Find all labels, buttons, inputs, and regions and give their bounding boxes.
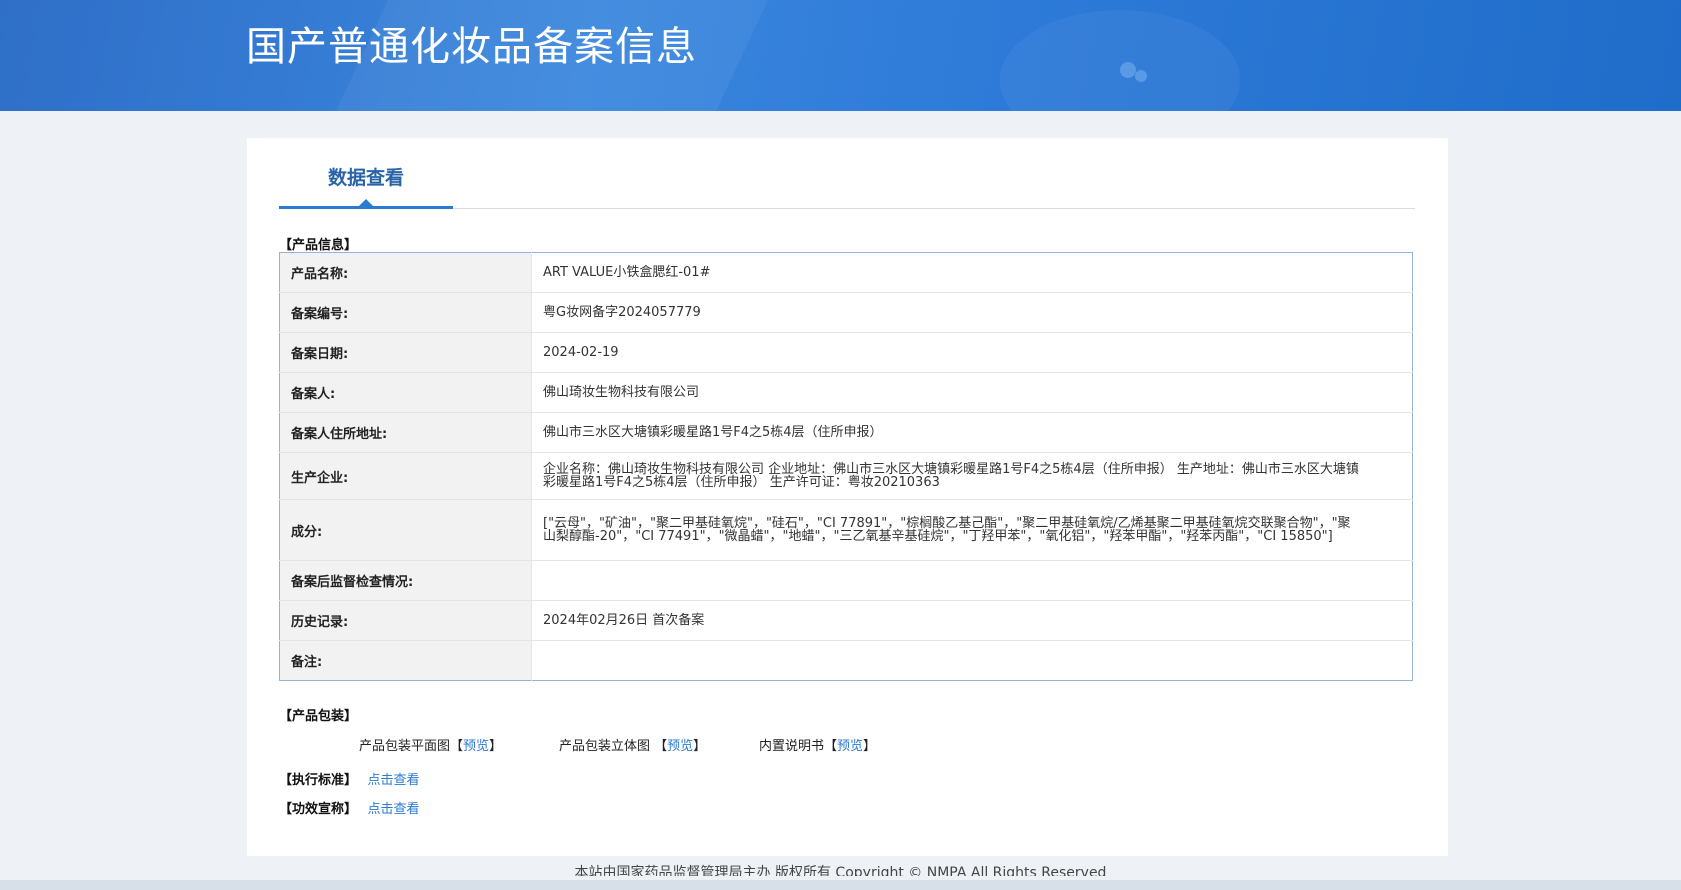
row-value	[531, 640, 1413, 681]
bottom-strip	[0, 880, 1681, 890]
row-label: 历史记录:	[279, 600, 532, 641]
section-standard-label: 【执行标准】	[279, 773, 358, 788]
footer-copyright: 本站由国家药品监督管理局主办 版权所有 Copyright © NMPA All…	[574, 865, 1107, 876]
tab-caret-icon	[359, 199, 373, 206]
tab-label: 数据查看	[327, 167, 404, 189]
row-value: 企业名称：佛山琦妆生物科技有限公司 企业地址：佛山市三水区大塘镇彩暖星路1号F4…	[531, 452, 1413, 500]
table-row: 备注:	[279, 640, 1413, 681]
row-value: 粤G妆网备字2024057779	[531, 292, 1413, 333]
banner-decoration	[1000, 10, 1240, 111]
table-row: 产品名称: ART VALUE小铁盒腮红-01#	[279, 252, 1413, 293]
packaging-item: 内置说明书【预览】	[759, 739, 877, 754]
section-efficacy-label: 【功效宣称】	[279, 802, 358, 817]
packaging-item-label: 产品包装立体图	[559, 739, 651, 754]
table-row: 成分: ["云母"，"矿油"，"聚二甲基硅氧烷"，"硅石"，"CI 77891"…	[279, 499, 1413, 561]
row-value: 2024-02-19	[531, 332, 1413, 373]
banner-dot	[1120, 62, 1136, 78]
tab-bar: 数据查看	[279, 166, 1415, 209]
product-info-table: 产品名称: ART VALUE小铁盒腮红-01# 备案编号: 粤G妆网备字202…	[279, 252, 1413, 681]
table-row: 生产企业: 企业名称：佛山琦妆生物科技有限公司 企业地址：佛山市三水区大塘镇彩暖…	[279, 452, 1413, 500]
packaging-item: 产品包装立体图 【预览】	[559, 739, 707, 754]
preview-link[interactable]: 预览	[837, 739, 863, 754]
section-efficacy: 【功效宣称】 点击查看	[279, 798, 420, 817]
row-value	[531, 560, 1413, 601]
table-row: 备案人: 佛山琦妆生物科技有限公司	[279, 372, 1413, 413]
banner-dot	[1135, 70, 1147, 82]
table-row: 备案日期: 2024-02-19	[279, 332, 1413, 373]
page-title: 国产普通化妆品备案信息	[246, 24, 697, 70]
content-card: 数据查看 【产品信息】 产品名称: ART VALUE小铁盒腮红-01# 备案编…	[247, 138, 1448, 856]
table-row: 备案人住所地址: 佛山市三水区大塘镇彩暖星路1号F4之5栋4层（住所申报）	[279, 412, 1413, 453]
row-label: 备案编号:	[279, 292, 532, 333]
row-label: 备案人住所地址:	[279, 412, 532, 453]
row-value: 佛山琦妆生物科技有限公司	[531, 372, 1413, 413]
preview-link[interactable]: 预览	[463, 739, 489, 754]
packaging-item-label: 内置说明书	[759, 739, 825, 754]
row-label: 备案人:	[279, 372, 532, 413]
section-product-info: 【产品信息】	[279, 238, 358, 253]
row-value: 佛山市三水区大塘镇彩暖星路1号F4之5栋4层（住所申报）	[531, 412, 1413, 453]
packaging-item: 产品包装平面图【预览】	[359, 739, 503, 754]
row-value: ART VALUE小铁盒腮红-01#	[543, 265, 711, 280]
row-label: 成分:	[279, 499, 532, 561]
row-label: 产品名称:	[279, 252, 532, 293]
row-value: 2024年02月26日 首次备案	[531, 600, 1413, 641]
header-banner: 国产普通化妆品备案信息	[0, 0, 1681, 111]
row-label: 备注:	[279, 640, 532, 681]
table-row: 备案后监督检查情况:	[279, 560, 1413, 601]
tab-data-view[interactable]: 数据查看	[279, 166, 453, 209]
table-row: 历史记录: 2024年02月26日 首次备案	[279, 600, 1413, 641]
packaging-item-label: 产品包装平面图	[359, 739, 451, 754]
row-label: 备案日期:	[279, 332, 532, 373]
efficacy-view-link[interactable]: 点击查看	[368, 802, 420, 817]
section-standard: 【执行标准】 点击查看	[279, 769, 420, 788]
row-label: 备案后监督检查情况:	[279, 560, 532, 601]
standard-view-link[interactable]: 点击查看	[368, 773, 420, 788]
row-label: 生产企业:	[279, 452, 532, 500]
section-packaging: 【产品包装】	[279, 709, 358, 724]
row-value: ["云母"，"矿油"，"聚二甲基硅氧烷"，"硅石"，"CI 77891"，"棕榈…	[531, 499, 1413, 561]
preview-link[interactable]: 预览	[667, 739, 693, 754]
table-row: 备案编号: 粤G妆网备字2024057779	[279, 292, 1413, 333]
